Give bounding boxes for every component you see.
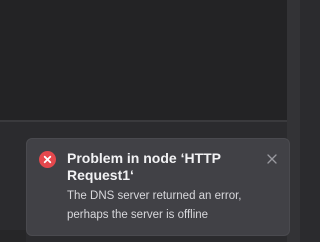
bottom-panel-edge — [0, 230, 26, 242]
workflow-canvas[interactable] — [0, 0, 287, 120]
error-circle-x-icon — [39, 151, 56, 168]
error-toast: Problem in node ‘HTTP Request1‘ The DNS … — [26, 138, 290, 236]
toast-title: Problem in node ‘HTTP Request1‘ — [67, 150, 221, 183]
toast-message: The DNS server returned an error, perhap… — [67, 190, 242, 221]
editor-view: Problem in node ‘HTTP Request1‘ The DNS … — [0, 0, 300, 242]
panel-divider — [0, 120, 287, 122]
close-icon[interactable] — [265, 152, 279, 166]
